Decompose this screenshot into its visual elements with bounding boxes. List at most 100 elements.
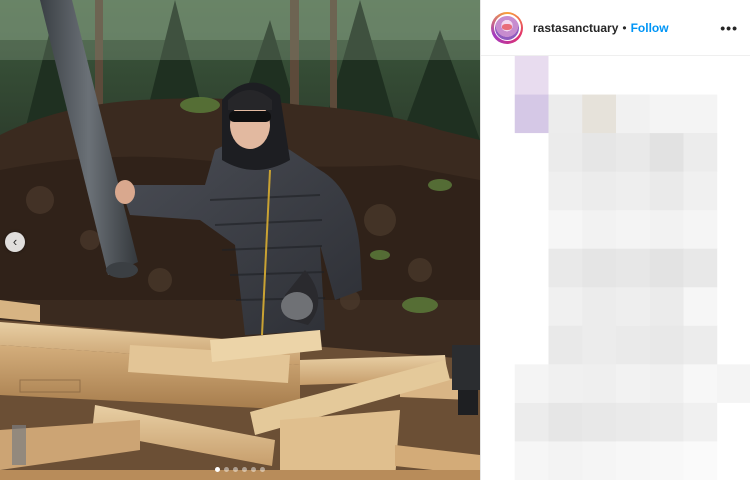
blur-pixel (717, 56, 750, 96)
blur-pixel (481, 364, 516, 404)
blur-pixel (649, 441, 684, 480)
blur-pixel (514, 171, 549, 211)
blur-pixel (582, 210, 617, 250)
blur-pixel (683, 325, 718, 365)
photo-scene (0, 0, 480, 480)
blur-pixel (481, 248, 516, 288)
blur-pixel (649, 56, 684, 96)
blur-pixel (548, 171, 583, 211)
blur-pixel (582, 248, 617, 288)
blur-pixel (717, 210, 750, 250)
blur-pixel (582, 402, 617, 442)
blur-pixel (683, 94, 718, 134)
blur-pixel (683, 171, 718, 211)
post-photo[interactable]: ‹ (0, 0, 480, 480)
blur-pixel (649, 364, 684, 404)
more-options-icon[interactable]: ••• (720, 20, 738, 36)
blur-pixel (548, 248, 583, 288)
blur-pixel (616, 210, 651, 250)
blur-pixel (616, 94, 651, 134)
blur-pixel (649, 287, 684, 327)
blur-pixel (514, 133, 549, 173)
blur-pixel (481, 441, 516, 480)
blur-pixel (514, 402, 549, 442)
blur-pixel (481, 402, 516, 442)
blur-pixel (616, 171, 651, 211)
blur-pixel (481, 210, 516, 250)
blur-pixel (582, 56, 617, 96)
carousel-dot (260, 467, 265, 472)
blur-pixel (582, 364, 617, 404)
blur-pixel (548, 94, 583, 134)
blur-pixel (649, 248, 684, 288)
blur-pixel (683, 248, 718, 288)
blur-pixel (548, 56, 583, 96)
blur-pixel (548, 441, 583, 480)
blur-pixel (717, 248, 750, 288)
blur-pixel (582, 441, 617, 480)
avatar-image (495, 15, 519, 40)
blur-pixel (649, 210, 684, 250)
carousel-prev-button[interactable]: ‹ (5, 232, 25, 252)
blur-pixel (649, 402, 684, 442)
blur-pixel (514, 210, 549, 250)
post-header: rastasanctuary • Follow ••• (481, 0, 750, 56)
username-link[interactable]: rastasanctuary (533, 21, 618, 35)
post-sidebar: rastasanctuary • Follow ••• (480, 0, 750, 480)
blur-pixel (717, 171, 750, 211)
follow-button[interactable]: Follow (631, 21, 669, 35)
blur-pixel (548, 133, 583, 173)
blur-pixel (481, 325, 516, 365)
blur-pixel (481, 287, 516, 327)
separator-dot: • (622, 20, 627, 35)
blur-pixel (514, 56, 549, 96)
blur-pixel (582, 133, 617, 173)
blur-pixel (616, 287, 651, 327)
blur-pixel (649, 94, 684, 134)
blur-pixel (683, 133, 718, 173)
blur-pixel (717, 287, 750, 327)
pixelated-content (481, 56, 750, 480)
blur-pixel (683, 402, 718, 442)
carousel-indicator (0, 467, 480, 472)
blur-pixel (514, 441, 549, 480)
blur-pixel (616, 248, 651, 288)
blur-pixel (717, 94, 750, 134)
blur-pixel (481, 94, 516, 134)
blur-pixel (616, 133, 651, 173)
blurred-comments (481, 56, 750, 480)
blur-pixel (582, 171, 617, 211)
blur-pixel (616, 364, 651, 404)
blur-pixel (582, 94, 617, 134)
blur-pixel (649, 133, 684, 173)
blur-pixel (717, 133, 750, 173)
blur-pixel (616, 56, 651, 96)
blur-pixel (548, 287, 583, 327)
carousel-dot (251, 467, 256, 472)
carousel-dot (215, 467, 220, 472)
blur-pixel (683, 364, 718, 404)
blur-pixel (616, 402, 651, 442)
blur-pixel (683, 441, 718, 480)
blur-pixel (548, 210, 583, 250)
blur-pixel (683, 210, 718, 250)
blur-pixel (514, 248, 549, 288)
blur-pixel (649, 325, 684, 365)
carousel-dot (233, 467, 238, 472)
carousel-dot (224, 467, 229, 472)
blur-pixel (717, 325, 750, 365)
blur-pixel (683, 287, 718, 327)
carousel-dot (242, 467, 247, 472)
blur-pixel (514, 364, 549, 404)
blur-pixel (582, 325, 617, 365)
blur-pixel (548, 325, 583, 365)
blur-pixel (481, 133, 516, 173)
blur-pixel (616, 325, 651, 365)
blur-pixel (717, 402, 750, 442)
blur-pixel (514, 325, 549, 365)
chevron-left-icon: ‹ (12, 234, 18, 249)
blur-pixel (548, 364, 583, 404)
profile-avatar[interactable] (491, 11, 523, 44)
blur-pixel (582, 287, 617, 327)
blur-pixel (514, 94, 549, 134)
